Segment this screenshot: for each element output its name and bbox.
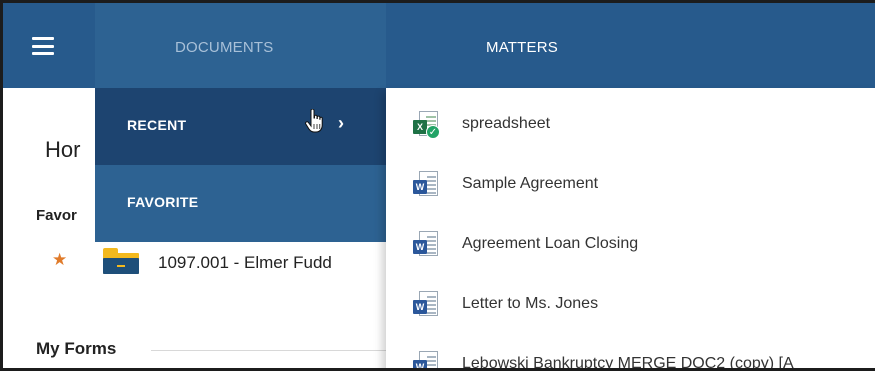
- recent-document-item[interactable]: W Letter to Ms. Jones: [386, 268, 875, 328]
- menu-item-favorite-label: FAVORITE: [127, 194, 199, 210]
- matter-folder-icon: [103, 248, 139, 274]
- hamburger-menu-icon[interactable]: [32, 37, 54, 55]
- section-divider: [151, 350, 391, 351]
- menu-item-favorite[interactable]: FAVORITE: [95, 165, 386, 242]
- top-nav-bar: DOCUMENTS MATTERS: [3, 3, 875, 88]
- page-title: Hor: [45, 137, 81, 162]
- my-forms-heading: My Forms: [36, 339, 117, 358]
- nav-tab-documents-label: DOCUMENTS: [175, 39, 274, 56]
- recent-documents-panel: X ✓ spreadsheet W Sample Agreement W Agr…: [386, 88, 875, 371]
- favorite-matter-link[interactable]: 1097.001 - Elmer Fudd: [158, 253, 332, 273]
- hand-pointer-cursor-icon: [305, 109, 323, 133]
- word-icon: W: [413, 351, 439, 368]
- recent-document-name: Lebowski Bankruptcy MERGE DOC2 (copy) [A: [462, 355, 794, 371]
- recent-document-name: spreadsheet: [462, 115, 551, 132]
- favorites-heading: Favor: [36, 207, 77, 224]
- nav-tab-documents[interactable]: DOCUMENTS: [95, 3, 386, 88]
- excel-icon: X ✓: [413, 111, 440, 139]
- recent-document-item[interactable]: W Lebowski Bankruptcy MERGE DOC2 (copy) …: [386, 328, 875, 371]
- word-icon: W: [413, 291, 439, 319]
- nav-tab-matters[interactable]: MATTERS: [486, 39, 558, 56]
- menu-item-recent[interactable]: RECENT ›: [95, 88, 386, 165]
- recent-document-name: Letter to Ms. Jones: [462, 295, 599, 312]
- menu-item-recent-label: RECENT: [127, 117, 187, 133]
- recent-document-name: Agreement Loan Closing: [462, 235, 639, 252]
- recent-document-item[interactable]: W Agreement Loan Closing: [386, 208, 875, 268]
- app-window: DOCUMENTS MATTERS Hor Favor ★ 1097.001 -…: [0, 0, 875, 371]
- recent-document-item[interactable]: W Sample Agreement: [386, 148, 875, 208]
- word-icon: W: [413, 171, 439, 199]
- chevron-right-icon: ›: [338, 113, 344, 133]
- recent-document-item[interactable]: X ✓ spreadsheet: [386, 88, 875, 148]
- favorite-star-icon[interactable]: ★: [52, 250, 67, 270]
- word-icon: W: [413, 231, 439, 259]
- recent-document-name: Sample Agreement: [462, 175, 599, 192]
- documents-dropdown-menu: RECENT › FAVORITE: [95, 88, 386, 242]
